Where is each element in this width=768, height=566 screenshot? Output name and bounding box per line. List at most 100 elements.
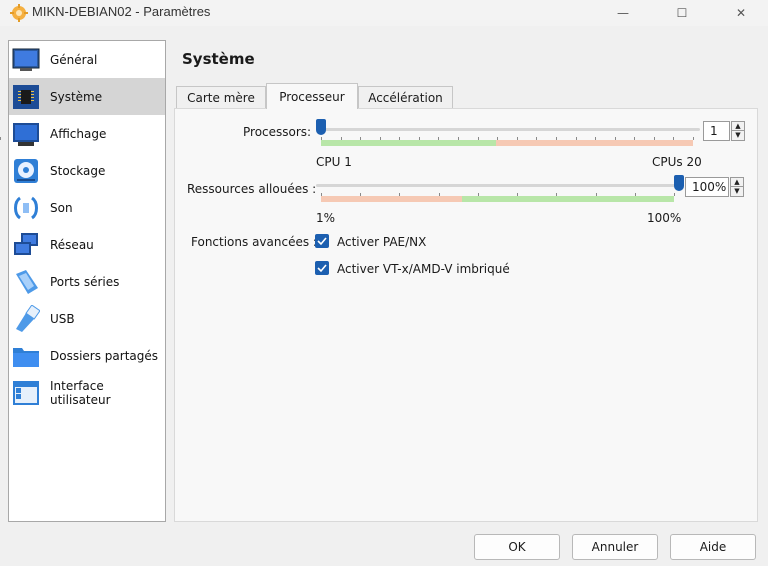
sidebar-item-display[interactable]: Affichage [9,115,165,152]
spin-up-icon[interactable]: ▲ [732,122,744,131]
virtualbox-gear-icon [10,4,28,22]
sidebar-item-label: Dossiers partagés [50,348,159,363]
advanced-features-label: Fonctions avancées : [191,235,317,249]
processors-max-label: CPUs 20 [652,155,702,169]
slider-tick [614,137,616,140]
slider-tick [399,137,401,140]
resources-spin-buttons[interactable]: ▲ ▼ [730,177,744,197]
tab-motherboard[interactable]: Carte mère [176,86,266,108]
sidebar-item-label: Général [50,52,98,67]
disk-icon [14,159,38,183]
minimize-button[interactable]: — [600,0,646,26]
serial-port-icon [16,270,38,294]
sidebar-item-shared-folders[interactable]: Dossiers partagés [9,337,165,374]
sidebar-item-usb[interactable]: USB [9,300,165,337]
slider-tick [634,193,636,196]
sidebar-item-user-interface[interactable]: Interface utilisateur [9,374,165,411]
processors-label: Processors: [243,125,312,139]
display-icon [13,123,39,146]
nested-vtx-checkbox[interactable] [315,261,329,275]
page-title: Système [182,50,255,68]
sidebar-item-network[interactable]: Réseau [9,226,165,263]
slider-tick [595,137,597,140]
slider-tick [399,193,401,196]
processors-spin-buttons[interactable]: ▲ ▼ [731,121,745,141]
resources-min-label: 1% [316,211,336,225]
folder-icon [13,348,39,367]
chip-icon [13,85,39,109]
sidebar-item-label: USB [50,311,75,326]
help-button[interactable]: Aide [670,534,756,560]
pae-nx-checkbox[interactable] [315,234,329,248]
sidebar-item-label: Interface utilisateur [50,378,111,407]
slider-tick [556,193,558,196]
ui-window-icon [13,381,39,405]
slider-tick [360,193,362,196]
resources-max-label: 100% [647,211,682,225]
slider-tick [458,137,460,140]
tab-processor[interactable]: Processeur [266,83,358,109]
maximize-button[interactable]: ☐ [659,0,705,26]
sidebar-item-label: Ports séries [50,274,120,289]
slider-tick [321,193,322,196]
network-icon [14,233,38,255]
slider-tick [477,137,479,140]
slider-tick [477,193,479,196]
resources-spinbox[interactable]: 100% [685,177,729,197]
tab-label: Accélération [368,90,443,105]
resources-label: Ressources allouées : [187,182,317,196]
slider-tick [418,137,420,140]
processors-safe-range [321,140,496,146]
slider-tick [517,193,519,196]
resources-slider-track[interactable] [316,184,681,187]
close-icon: ✕ [735,6,747,20]
cancel-button[interactable]: Annuler [572,534,658,560]
slider-tick [516,137,518,140]
spin-down-icon[interactable]: ▼ [731,187,743,196]
spin-up-icon[interactable]: ▲ [731,178,743,187]
slider-tick [340,137,342,140]
slider-tick [438,137,440,140]
resources-safe-range [462,196,674,202]
slider-tick [595,193,597,196]
sidebar-item-general[interactable]: Général [9,41,165,78]
slider-tick [575,137,577,140]
processors-spinbox[interactable]: 1 [703,121,730,141]
resources-value: 100% [692,180,727,194]
sidebar-item-label: Réseau [50,237,94,252]
ok-button-label: OK [508,540,526,554]
processors-slider-thumb[interactable] [316,119,326,135]
sidebar-item-storage[interactable]: Stockage [9,152,165,189]
processors-warning-range [495,140,693,146]
sidebar-item-serial-ports[interactable]: Ports séries [9,263,165,300]
nested-vtx-label[interactable]: Activer VT-x/AMD-V imbriqué [337,262,510,276]
sidebar-item-label: Stockage [50,163,106,178]
sidebar-item-label: Son [50,200,73,215]
monitor-icon [12,48,40,71]
slider-tick [0,137,1,140]
speaker-icon [14,196,38,220]
help-button-label: Aide [699,540,727,554]
title-bar: MIKN-DEBIAN02 - Paramètres — ☐ ✕ [0,0,768,26]
processor-panel [174,108,758,522]
slider-tick [673,137,675,140]
slider-tick [634,137,636,140]
resources-slider-thumb[interactable] [674,175,684,191]
slider-tick [693,137,694,140]
tab-acceleration[interactable]: Accélération [358,86,453,108]
processors-slider-track[interactable] [316,128,700,131]
pae-nx-label[interactable]: Activer PAE/NX [337,235,426,249]
tab-label: Carte mère [187,90,255,105]
resources-warning-range [321,196,463,202]
slider-tick [438,193,440,196]
maximize-icon: ☐ [676,6,688,20]
ok-button[interactable]: OK [474,534,560,560]
cancel-button-label: Annuler [591,540,639,554]
checkmark-icon [317,237,327,246]
slider-tick [360,137,362,140]
sidebar-item-system[interactable]: Système [9,78,165,115]
close-button[interactable]: ✕ [718,0,764,26]
sidebar-item-audio[interactable]: Son [9,189,165,226]
slider-tick [321,137,322,140]
spin-down-icon[interactable]: ▼ [732,131,744,140]
